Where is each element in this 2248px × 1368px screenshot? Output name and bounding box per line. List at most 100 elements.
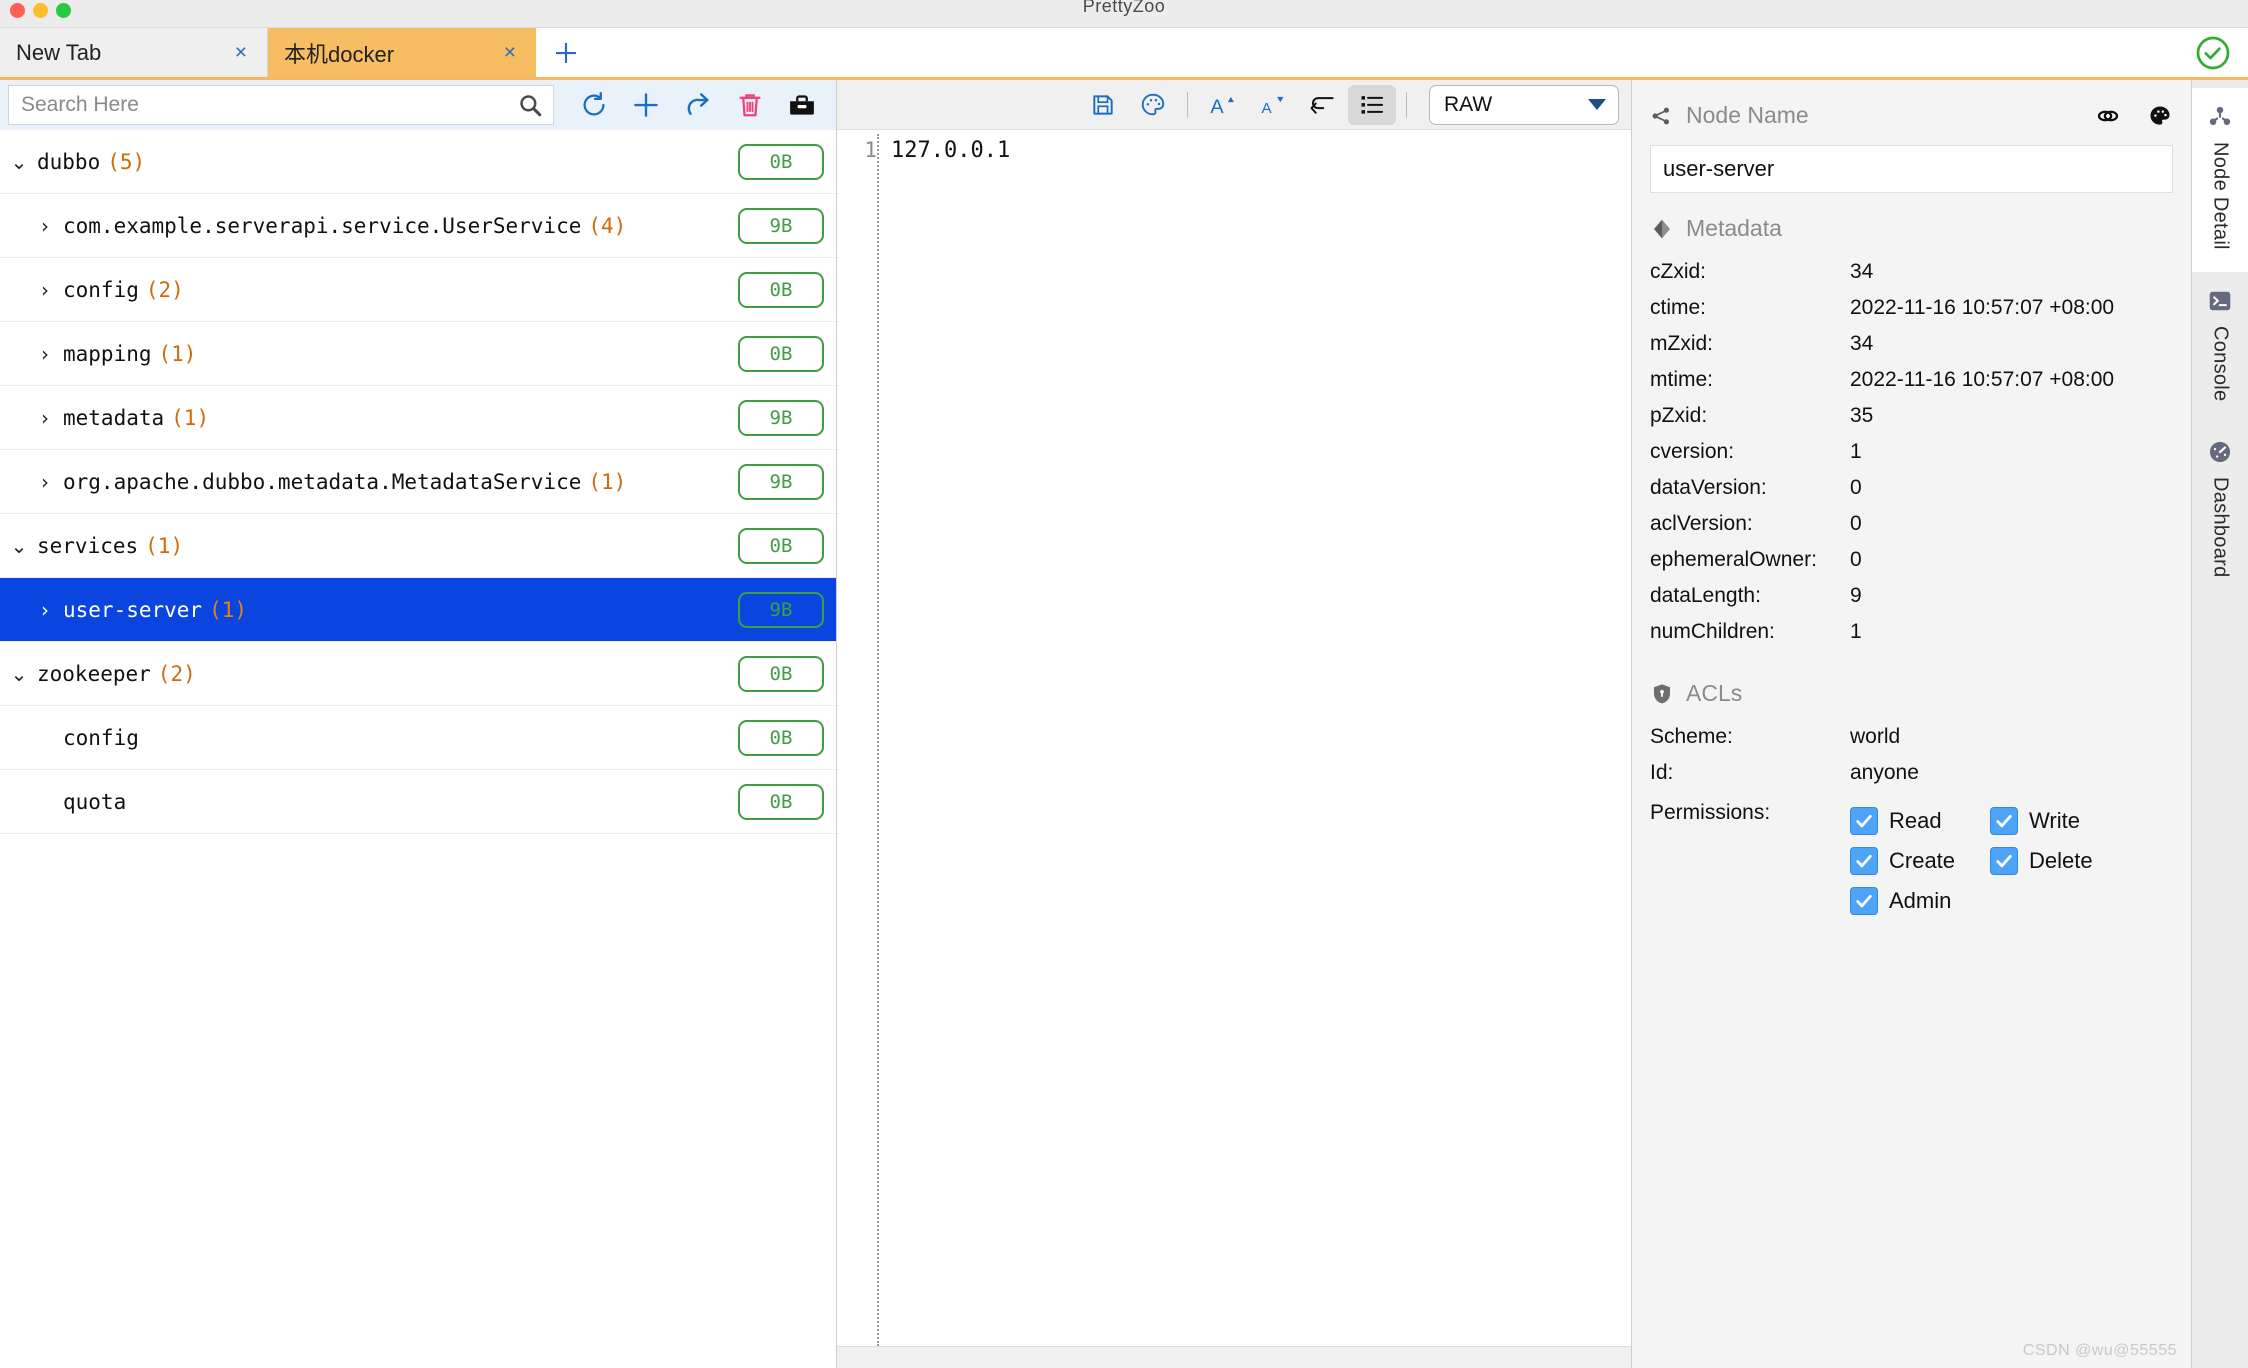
- tree-row-size-badge: 0B: [738, 783, 824, 820]
- palette-icon[interactable]: [1129, 85, 1177, 125]
- metadata-item-value: 0: [1850, 548, 1862, 571]
- search-icon[interactable]: [517, 92, 543, 118]
- chevron-right-icon[interactable]: ›: [34, 600, 56, 620]
- tree-row[interactable]: › mapping (1) 0B: [0, 322, 836, 386]
- palette-icon[interactable]: [2147, 103, 2173, 129]
- search-input[interactable]: [21, 93, 517, 117]
- tree-row-count: (1): [145, 533, 184, 558]
- chevron-down-icon[interactable]: ⌄: [8, 536, 30, 556]
- format-select[interactable]: RAW: [1429, 84, 1619, 125]
- node-name-input[interactable]: user-server: [1650, 145, 2173, 193]
- search-box[interactable]: [8, 85, 554, 125]
- editor-content[interactable]: 127.0.0.1: [879, 134, 1631, 1346]
- font-increase-icon[interactable]: A: [1198, 85, 1246, 125]
- permission-write[interactable]: Write: [1990, 801, 2130, 841]
- node-name-header: Node Name: [1632, 80, 2191, 141]
- add-icon[interactable]: [620, 83, 672, 127]
- watermark: CSDN @wu@55555: [2022, 1342, 2177, 1359]
- save-icon[interactable]: [1079, 85, 1127, 125]
- close-icon[interactable]: ×: [502, 42, 518, 63]
- permissions-grid[interactable]: Read Write Create Delete Admin: [1850, 801, 2130, 921]
- checkbox[interactable]: [1990, 807, 2018, 835]
- close-icon[interactable]: ×: [233, 42, 249, 63]
- tree-row-name: dubbo: [37, 149, 101, 174]
- tree-row-label: › org.apache.dubbo.metadata.MetadataServi…: [34, 470, 626, 494]
- tree-row[interactable]: › com.example.serverapi.service.UserServi…: [0, 194, 836, 258]
- rail-tab-label: Dashboard: [2209, 477, 2232, 578]
- toolbox-icon[interactable]: [776, 83, 828, 127]
- tree-row-count: (2): [157, 661, 196, 686]
- metadata-item-key: cZxid:: [1650, 260, 1707, 283]
- editor-status-bar: [837, 1346, 1631, 1368]
- rail-tab-dashboard[interactable]: Dashboard: [2192, 423, 2248, 600]
- tree-row[interactable]: ⌄ services (1) 0B: [0, 514, 836, 578]
- font-decrease-icon[interactable]: A: [1248, 85, 1296, 125]
- tree-row[interactable]: › user-server (1) 9B: [0, 578, 836, 642]
- tree-row-name: config: [63, 725, 139, 750]
- link-icon[interactable]: [2095, 103, 2121, 129]
- tree-row[interactable]: config 0B: [0, 706, 836, 770]
- tree-row-label: › mapping (1): [34, 342, 196, 366]
- node-tree[interactable]: ⌄ dubbo (5) 0B › com.example.serverapi.servic…: [0, 130, 836, 1368]
- node-name-label: Node Name: [1686, 102, 1809, 128]
- chevron-right-icon[interactable]: ›: [34, 280, 56, 300]
- tree-row[interactable]: quota 0B: [0, 770, 836, 834]
- metadata-item-key: ctime:: [1650, 296, 1707, 319]
- redo-icon[interactable]: [672, 83, 724, 127]
- metadata-item: cZxid: 34: [1632, 254, 2191, 290]
- tab-new-tab[interactable]: New Tab ×: [0, 28, 268, 77]
- permission-label: Write: [2029, 808, 2080, 833]
- checkbox[interactable]: [1850, 807, 1878, 835]
- metadata-item-key: ephemeralOwner:: [1650, 548, 1817, 571]
- rail-tab-node-detail[interactable]: Node Detail: [2192, 88, 2248, 272]
- tree-row-label: quota: [34, 790, 126, 814]
- tree-row[interactable]: › org.apache.dubbo.metadata.MetadataServi…: [0, 450, 836, 514]
- permission-delete[interactable]: Delete: [1990, 841, 2130, 881]
- editor-area[interactable]: 1 127.0.0.1: [837, 130, 1631, 1346]
- tree-row-label: config: [34, 726, 139, 750]
- chevron-right-icon[interactable]: ›: [34, 408, 56, 428]
- refresh-icon[interactable]: [568, 83, 620, 127]
- rail-tab-label: Console: [2209, 325, 2232, 402]
- tree-row[interactable]: ⌄ dubbo (5) 0B: [0, 130, 836, 194]
- rail-tab-console[interactable]: Console: [2192, 272, 2248, 423]
- wrap-icon[interactable]: [1298, 85, 1346, 125]
- tab-local-docker[interactable]: 本机docker ×: [268, 28, 536, 77]
- tab-bar-spacer: [596, 28, 2178, 77]
- tree-row[interactable]: › metadata (1) 9B: [0, 386, 836, 450]
- tree-row-label: › com.example.serverapi.service.UserServi…: [34, 214, 626, 238]
- permission-create[interactable]: Create: [1850, 841, 1990, 881]
- acls-header: ACLs: [1632, 650, 2191, 719]
- chevron-right-icon[interactable]: ›: [34, 344, 56, 364]
- tree-row[interactable]: › config (2) 0B: [0, 258, 836, 322]
- tab-bar: New Tab × 本机docker ×: [0, 28, 2248, 80]
- checkbox[interactable]: [1850, 847, 1878, 875]
- metadata-label: Metadata: [1686, 215, 1782, 241]
- editor-toolbar: A A RAW: [837, 80, 1631, 130]
- shield-icon: [1650, 682, 1674, 706]
- line-numbers-icon[interactable]: [1348, 84, 1396, 125]
- tab-label: 本机docker: [284, 41, 395, 67]
- delete-icon[interactable]: [724, 83, 776, 127]
- metadata-item-key: cversion:: [1650, 440, 1735, 463]
- permissions-row: Permissions: Read Write Create Delete Admin: [1632, 791, 2191, 927]
- chevron-right-icon[interactable]: ›: [34, 472, 56, 492]
- metadata-item-value: 2022-11-16 10:57:07 +08:00: [1850, 296, 2115, 319]
- checkbox[interactable]: [1850, 887, 1878, 915]
- acl-item-key: Id:: [1650, 761, 1674, 784]
- metadata-item: mZxid: 34: [1632, 326, 2191, 362]
- permission-admin[interactable]: Admin: [1850, 881, 1990, 921]
- checkbox[interactable]: [1990, 847, 2018, 875]
- permission-read[interactable]: Read: [1850, 801, 1990, 841]
- tree-row[interactable]: ⌄ zookeeper (2) 0B: [0, 642, 836, 706]
- chevron-down-icon[interactable]: ⌄: [8, 664, 30, 684]
- acl-item: Id: anyone: [1632, 755, 2191, 791]
- tree-row-count: (1): [209, 597, 248, 622]
- acls-list: Scheme: world Id: anyone: [1632, 719, 2191, 791]
- chevron-down-icon[interactable]: ⌄: [8, 152, 30, 172]
- metadata-item: mtime: 2022-11-16 10:57:07 +08:00: [1632, 362, 2191, 398]
- chevron-right-icon[interactable]: ›: [34, 216, 56, 236]
- acl-item-value: anyone: [1850, 761, 1919, 784]
- add-tab-button[interactable]: [536, 28, 596, 77]
- metadata-item-value: 2022-11-16 10:57:07 +08:00: [1850, 368, 2115, 391]
